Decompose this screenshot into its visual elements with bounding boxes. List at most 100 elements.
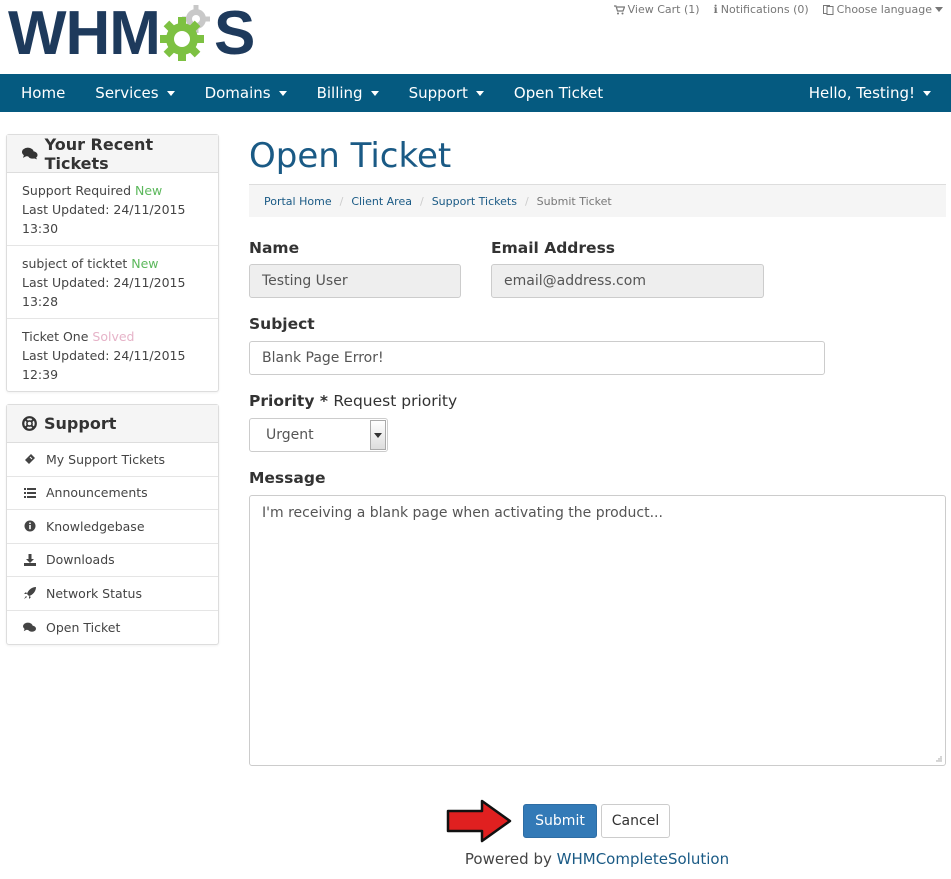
choose-language-label: Choose language: [836, 3, 932, 16]
chevron-down-icon: [935, 7, 943, 12]
recent-tickets-header: Your Recent Tickets: [7, 135, 218, 173]
nav-domains[interactable]: Domains: [190, 74, 302, 112]
message-label: Message: [249, 469, 326, 487]
nav-domains-label: Domains: [204, 84, 271, 102]
message-textarea[interactable]: I'm receiving a blank page when activati…: [249, 495, 946, 766]
status-badge: New: [131, 256, 159, 271]
ticket-subject: subject of ticktet: [22, 256, 128, 271]
breadcrumb-portal-home[interactable]: Portal Home: [264, 195, 332, 208]
sidebar-item-label: Downloads: [46, 552, 115, 568]
life-ring-icon: [22, 416, 37, 431]
language-icon: [822, 4, 834, 15]
choose-language-link[interactable]: Choose language: [822, 3, 943, 16]
view-cart-label: View Cart (1): [627, 3, 700, 16]
breadcrumb-separator: /: [339, 194, 344, 208]
recent-tickets-title: Your Recent Tickets: [44, 134, 154, 173]
info-circle-icon: [23, 520, 36, 533]
breadcrumb: Portal Home / Client Area / Support Tick…: [249, 184, 946, 217]
breadcrumb-separator: /: [419, 194, 424, 208]
chevron-down-icon: [923, 90, 931, 96]
chevron-down-icon: [374, 432, 382, 438]
chevron-down-icon: [166, 90, 175, 96]
support-title: Support: [44, 414, 117, 433]
info-icon: ℹ: [713, 3, 718, 16]
status-badge: New: [135, 183, 163, 198]
nav-home-label: Home: [21, 84, 66, 102]
support-header: Support: [7, 405, 218, 443]
download-icon: [23, 553, 36, 566]
name-label: Name: [249, 239, 300, 257]
main-navbar: Home Services Domains Billing Support Op…: [0, 74, 951, 112]
ticket-subject: Ticket One: [22, 329, 89, 344]
status-badge: Solved: [92, 329, 135, 344]
footer-prefix: Powered by: [464, 850, 552, 868]
nav-services-label: Services: [95, 84, 159, 102]
ticket-time: 12:39: [22, 367, 59, 382]
nav-billing-label: Billing: [316, 84, 363, 102]
breadcrumb-support-tickets[interactable]: Support Tickets: [432, 195, 517, 208]
logo[interactable]: WHM S: [8, 0, 255, 68]
footer-link[interactable]: WHMCompleteSolution: [557, 850, 729, 868]
priority-select[interactable]: Urgent: [249, 418, 388, 452]
nav-services[interactable]: Services: [80, 74, 189, 112]
page-title: Open Ticket: [249, 136, 452, 176]
submit-button[interactable]: Submit: [523, 804, 597, 838]
nav-billing[interactable]: Billing: [302, 74, 394, 112]
subject-field[interactable]: Blank Page Error!: [249, 341, 825, 375]
support-panel: Support My Support Tickets Announcements…: [6, 404, 219, 645]
logo-text-left: WHM: [8, 0, 161, 68]
sidebar-item-label: My Support Tickets: [46, 451, 166, 467]
sidebar-item-knowledgebase[interactable]: Knowledgebase: [7, 510, 218, 544]
sidebar-item-label: Announcements: [46, 485, 148, 501]
chevron-down-icon: [370, 90, 379, 96]
ticket-time: 13:30: [22, 221, 59, 236]
resize-handle-icon[interactable]: [934, 754, 942, 762]
ticket-updated: Last Updated: 24/11/2015: [22, 202, 186, 217]
name-field[interactable]: Testing User: [249, 264, 461, 298]
sidebar-item-open-ticket[interactable]: Open Ticket: [7, 611, 218, 645]
priority-label-text: Priority *: [249, 392, 328, 410]
logo-text-right: S: [213, 0, 255, 68]
user-greeting: Hello, Testing!: [808, 84, 915, 102]
chevron-down-icon: [278, 90, 287, 96]
email-field[interactable]: email@address.com: [491, 264, 764, 298]
recent-ticket-item[interactable]: Support Required New Last Updated: 24/11…: [7, 173, 218, 246]
ticket-time: 13:28: [22, 294, 59, 309]
gear-icon: [158, 5, 216, 63]
nav-support[interactable]: Support: [394, 74, 499, 112]
recent-ticket-item[interactable]: Ticket One Solved Last Updated: 24/11/20…: [7, 319, 218, 391]
message-text: I'm receiving a blank page when activati…: [262, 505, 663, 521]
user-menu[interactable]: Hello, Testing!: [794, 74, 951, 112]
sidebar-item-downloads[interactable]: Downloads: [7, 544, 218, 577]
comments-icon: [23, 621, 36, 634]
priority-label: Priority * Request priority: [249, 392, 457, 410]
sidebar-item-my-support-tickets[interactable]: My Support Tickets: [7, 443, 218, 477]
nav-home[interactable]: Home: [0, 74, 80, 112]
notifications-link[interactable]: ℹ Notifications (0): [714, 3, 809, 16]
breadcrumb-separator: /: [524, 194, 529, 208]
logo-wordmark: WHM S: [8, 0, 255, 68]
nav-open-ticket[interactable]: Open Ticket: [499, 74, 618, 112]
nav-support-label: Support: [408, 84, 468, 102]
breadcrumb-client-area[interactable]: Client Area: [351, 195, 412, 208]
email-label: Email Address: [491, 239, 616, 257]
top-links: View Cart (1) ℹ Notifications (0) Choose…: [613, 3, 943, 16]
cart-icon: [613, 4, 625, 14]
notifications-label: Notifications (0): [720, 3, 809, 16]
comments-icon: [22, 147, 38, 160]
chevron-down-icon: [475, 90, 484, 96]
ticket-updated: Last Updated: 24/11/2015: [22, 275, 186, 290]
ticket-icon: [23, 453, 36, 466]
priority-value: Urgent: [266, 427, 314, 443]
rocket-icon: [23, 587, 36, 600]
recent-ticket-item[interactable]: subject of ticktet New Last Updated: 24/…: [7, 246, 218, 319]
dropdown-button[interactable]: [370, 420, 386, 450]
sidebar-item-label: Open Ticket: [46, 619, 121, 635]
view-cart-link[interactable]: View Cart (1): [613, 3, 700, 16]
cancel-button[interactable]: Cancel: [601, 804, 670, 838]
breadcrumb-current: Submit Ticket: [536, 194, 612, 208]
sidebar-item-network-status[interactable]: Network Status: [7, 577, 218, 611]
ticket-subject: Support Required: [22, 183, 132, 198]
footer: Powered by WHMCompleteSolution: [0, 850, 951, 868]
sidebar-item-announcements[interactable]: Announcements: [7, 477, 218, 510]
